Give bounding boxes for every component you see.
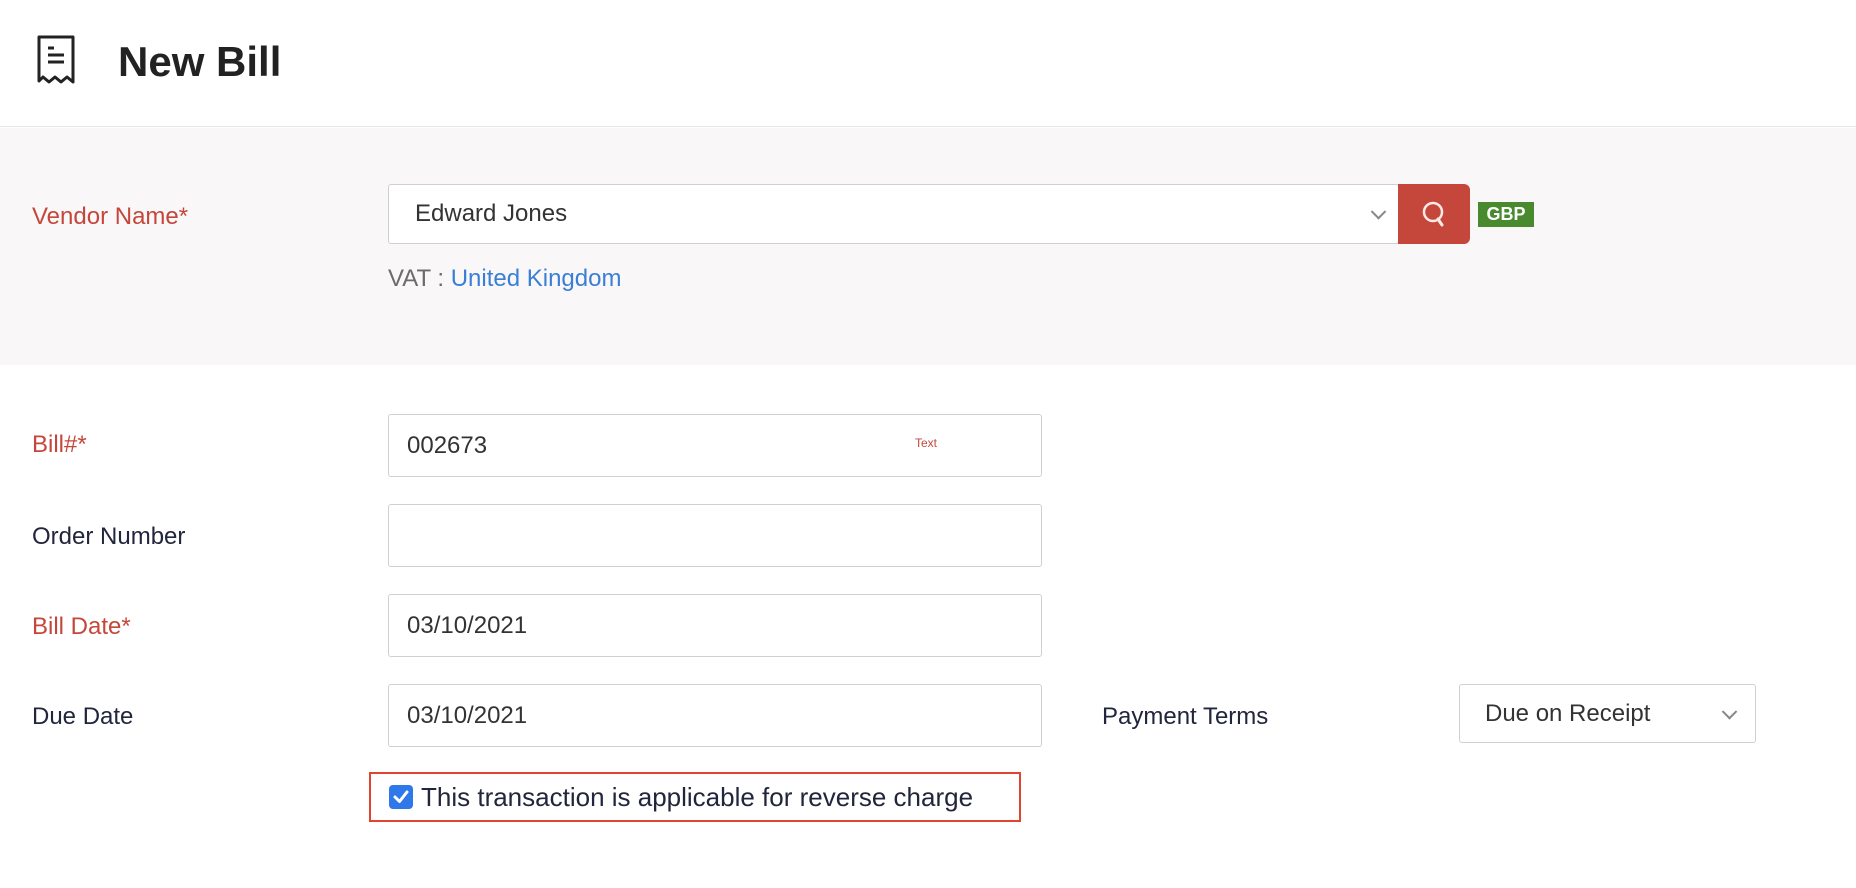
due-date-input[interactable]: 03/10/2021 xyxy=(388,684,1042,747)
vendor-name-label: Vendor Name* xyxy=(32,203,189,230)
due-date-label: Due Date xyxy=(32,703,134,730)
due-date-value: 03/10/2021 xyxy=(407,701,528,729)
vat-country-link[interactable]: United Kingdom xyxy=(451,265,622,292)
page-title: New Bill xyxy=(118,38,282,85)
search-icon xyxy=(1422,201,1444,227)
payment-terms-label: Payment Terms xyxy=(1102,703,1269,730)
receipt-icon xyxy=(37,35,75,84)
bill-number-label: Bill#* xyxy=(32,431,87,458)
vendor-name-value: Edward Jones xyxy=(415,200,568,227)
reverse-charge-label[interactable]: This transaction is applicable for rever… xyxy=(421,782,973,813)
bill-date-value: 03/10/2021 xyxy=(407,611,528,639)
bill-date-input[interactable]: 03/10/2021 xyxy=(388,594,1042,657)
vat-info: VAT : United Kingdom xyxy=(388,264,621,294)
chevron-down-icon xyxy=(1370,204,1387,220)
currency-badge: GBP xyxy=(1478,202,1534,227)
chevron-down-icon xyxy=(1721,703,1738,720)
payment-terms-select[interactable]: Due on Receipt xyxy=(1459,684,1756,743)
vat-label: VAT : xyxy=(388,265,445,292)
order-number-label: Order Number xyxy=(32,523,186,550)
bill-number-hint: Text xyxy=(915,436,938,450)
payment-terms-value: Due on Receipt xyxy=(1485,699,1651,727)
bill-number-value: 002673 xyxy=(407,431,488,459)
bill-number-input[interactable]: 002673 xyxy=(388,414,1042,477)
checkmark-icon xyxy=(393,790,409,803)
reverse-charge-checkbox[interactable] xyxy=(389,785,413,809)
bill-date-label: Bill Date* xyxy=(32,613,131,640)
page-header: New Bill xyxy=(0,0,1856,127)
reverse-charge-option: This transaction is applicable for rever… xyxy=(369,772,1021,822)
vendor-search-button[interactable] xyxy=(1398,184,1470,244)
order-number-input[interactable] xyxy=(388,504,1042,567)
vendor-name-select[interactable]: Edward Jones xyxy=(388,184,1399,244)
vendor-section xyxy=(0,128,1856,365)
